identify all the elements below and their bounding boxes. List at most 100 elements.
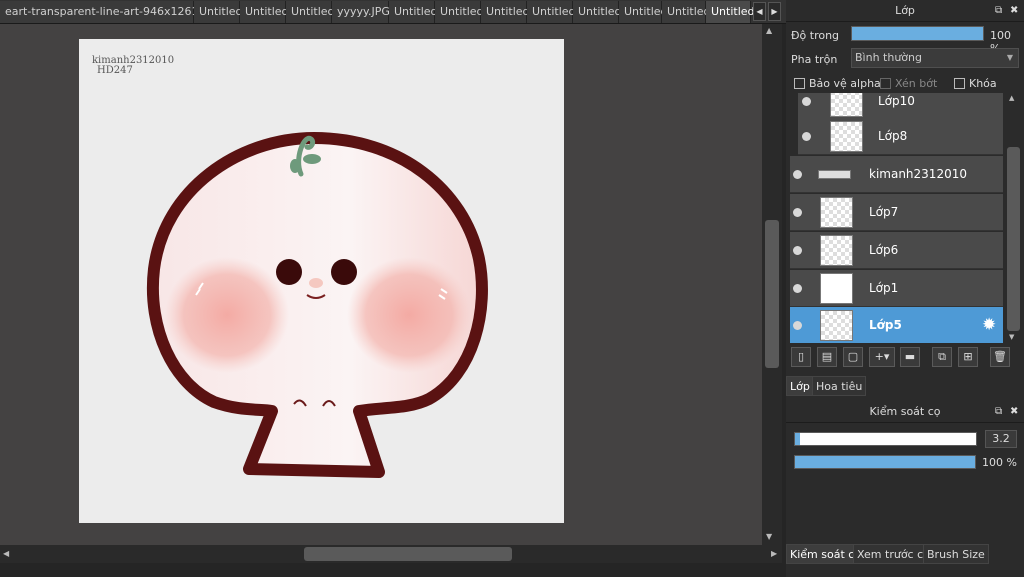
close-icon[interactable]: ✖ — [1010, 401, 1018, 423]
tab-document[interactable]: yyyyy.JPG — [332, 1, 390, 23]
layer-name: Lớp6 — [869, 243, 899, 257]
scroll-up-icon[interactable]: ▲ — [766, 26, 772, 35]
folder-icon[interactable]: ▬ — [900, 347, 920, 367]
layer-opacity-slider[interactable] — [851, 26, 984, 41]
chevron-down-icon: ▼ — [1006, 53, 1013, 62]
canvas-area[interactable]: kimanh2312010 HD247 — [0, 24, 762, 545]
tab-document[interactable]: Untitled — [573, 1, 622, 23]
scroll-left-icon[interactable]: ◀ — [3, 549, 9, 558]
new-text-layer-icon[interactable]: ▢ — [843, 347, 863, 367]
brush-size-slider[interactable] — [794, 432, 977, 446]
layer-item[interactable]: Lớp1 — [790, 270, 1003, 307]
tab-document[interactable]: Untitled — [662, 1, 711, 23]
tab-document[interactable]: Untitled — [286, 1, 335, 23]
sprout-leaf — [290, 159, 300, 173]
scroll-right-icon[interactable]: ▶ — [771, 549, 777, 558]
layer-item-selected[interactable]: Lớp5 ✹ — [790, 307, 1003, 343]
merge-layer-icon[interactable]: ⊞ — [958, 347, 978, 367]
right-eye — [331, 259, 357, 285]
left-blush — [165, 257, 289, 373]
lock-checkbox[interactable] — [954, 78, 965, 89]
tab-document[interactable]: Untitled — [527, 1, 576, 23]
float-panel-icon[interactable]: ⧉ — [995, 401, 1002, 423]
layer-item[interactable]: kimanh2312010 — [790, 156, 1003, 193]
layer-name: Lớp8 — [878, 129, 908, 143]
blend-mode-select[interactable]: Bình thường ▼ — [851, 48, 1019, 68]
layer-name: kimanh2312010 — [869, 167, 967, 181]
eye-icon[interactable] — [793, 321, 802, 330]
brush-panel-header: Kiểm soát cọ ⧉ ✖ — [786, 401, 1024, 423]
layer-thumbnail — [820, 197, 853, 228]
tab-document[interactable]: eart-transparent-line-art-946x1261.png — [0, 1, 223, 23]
blend-label: Pha trộn — [791, 53, 838, 66]
tab-document[interactable]: Untitled — [619, 1, 668, 23]
eye-icon[interactable] — [793, 246, 802, 255]
layer-scroll-thumb[interactable] — [1007, 147, 1020, 331]
gear-icon[interactable]: ✹ — [982, 315, 996, 335]
protect-alpha-label: Bảo vệ alpha — [809, 77, 881, 90]
eye-icon[interactable] — [793, 170, 802, 179]
lock-label: Khóa — [969, 77, 997, 90]
add-layer-menu-icon[interactable]: +▾ — [869, 347, 895, 367]
scroll-up-icon[interactable]: ▲ — [1009, 94, 1014, 102]
layer-panel-title: Lớp — [895, 4, 915, 17]
layer-name: Lớp5 — [869, 318, 902, 332]
tab-scroll-right-icon[interactable]: ▶ — [768, 2, 781, 21]
clipping-checkbox[interactable] — [880, 78, 891, 89]
layer-panel-header: Lớp ⧉ ✖ — [786, 0, 1024, 22]
new-layer-template-icon[interactable]: ▤ — [817, 347, 837, 367]
scroll-down-icon[interactable]: ▼ — [766, 532, 772, 541]
blend-mode-value: Bình thường — [855, 51, 922, 64]
eye-icon[interactable] — [793, 284, 802, 293]
layer-name: Lớp1 — [869, 281, 899, 295]
tab-document-active[interactable]: Untitled — [706, 1, 755, 23]
tab-document[interactable]: Untitled — [435, 1, 484, 23]
layer-name: Lớp7 — [869, 205, 899, 219]
scroll-down-icon[interactable]: ▼ — [1009, 333, 1014, 341]
brush-opacity-slider[interactable] — [794, 455, 976, 469]
horizontal-scroll-thumb[interactable] — [304, 547, 512, 561]
tab-brush-size[interactable]: Brush Size — [923, 544, 989, 564]
layer-thumbnail — [818, 170, 851, 179]
opacity-label: Độ trong — [791, 29, 840, 42]
tab-brush-preview[interactable]: Xem trước cọ — [853, 544, 934, 564]
tab-layer[interactable]: Lớp — [786, 376, 814, 396]
brush-opacity-value: 100 % — [982, 456, 1017, 469]
eye-icon[interactable] — [802, 97, 811, 106]
vertical-scroll-thumb[interactable] — [765, 220, 779, 368]
nose — [309, 278, 323, 288]
tab-document[interactable]: Untitled — [194, 1, 243, 23]
brush-size-fill — [795, 433, 801, 445]
eye-icon[interactable] — [793, 208, 802, 217]
protect-alpha-checkbox[interactable] — [794, 78, 805, 89]
layer-item[interactable]: Lớp8 — [798, 118, 1003, 155]
left-eye — [276, 259, 302, 285]
tab-document[interactable]: Untitled — [389, 1, 438, 23]
tab-document[interactable]: Untitled — [481, 1, 530, 23]
trash-icon[interactable]: 🗑 — [990, 347, 1010, 367]
document-tab-bar: eart-transparent-line-art-946x1261.png U… — [0, 0, 786, 24]
eye-icon[interactable] — [802, 132, 811, 141]
layer-thumbnail — [820, 235, 853, 266]
layer-opacity-fill — [852, 27, 983, 40]
brush-size-value[interactable]: 3.2 — [985, 430, 1017, 448]
tab-navigator[interactable]: Hoa tiêu — [812, 376, 867, 396]
new-layer-icon[interactable]: ▯ — [791, 347, 811, 367]
layer-thumbnail — [830, 121, 863, 152]
layer-item[interactable]: Lớp6 — [790, 232, 1003, 269]
close-icon[interactable]: ✖ — [1010, 0, 1018, 22]
canvas-vertical-scrollbar[interactable]: ▲ ▼ — [762, 24, 782, 545]
layer-item[interactable]: Lớp10 — [798, 93, 1003, 120]
drawing-paper[interactable]: kimanh2312010 HD247 — [79, 39, 564, 523]
layer-list-scrollbar[interactable]: ▲ ▼ — [1005, 93, 1022, 343]
canvas-horizontal-scrollbar[interactable]: ◀ ▶ — [0, 545, 782, 563]
brush-panel-title: Kiểm soát cọ — [869, 405, 941, 418]
layer-name: Lớp10 — [878, 94, 915, 108]
layer-thumbnail — [830, 93, 863, 117]
duplicate-layer-icon[interactable]: ⧉ — [932, 347, 952, 367]
layer-thumbnail — [820, 310, 853, 341]
float-panel-icon[interactable]: ⧉ — [995, 0, 1002, 22]
tab-scroll-left-icon[interactable]: ◀ — [753, 2, 766, 21]
tab-document[interactable]: Untitled — [240, 1, 289, 23]
layer-item[interactable]: Lớp7 — [790, 194, 1003, 231]
